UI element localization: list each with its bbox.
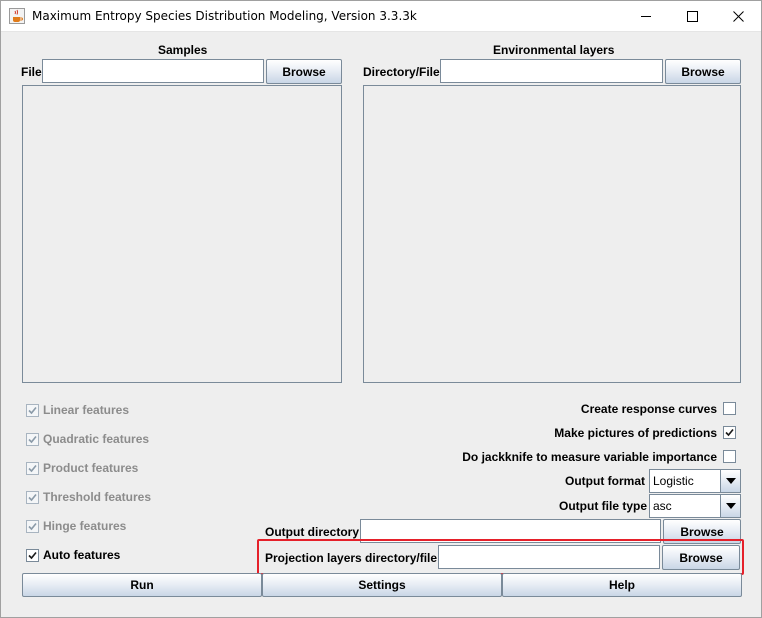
chevron-down-icon — [725, 503, 736, 509]
chevron-down-icon — [725, 478, 736, 484]
jackknife-checkbox[interactable] — [723, 450, 736, 463]
env-layers-list[interactable] — [363, 85, 741, 383]
quadratic-features-label: Quadratic features — [43, 432, 150, 446]
samples-list[interactable] — [22, 85, 342, 383]
checkmark-icon — [28, 435, 37, 444]
env-layers-dir-label: Directory/File — [363, 65, 440, 79]
linear-features-label: Linear features — [43, 403, 130, 417]
hinge-features-checkbox[interactable] — [26, 520, 39, 533]
title-bar: Maximum Entropy Species Distribution Mod… — [1, 1, 761, 32]
projection-input[interactable] — [438, 545, 660, 569]
settings-button[interactable]: Settings — [262, 573, 502, 597]
output-format-select[interactable]: Logistic — [649, 469, 741, 493]
env-layers-heading: Environmental layers — [493, 43, 615, 57]
response-curves-checkbox[interactable] — [723, 402, 736, 415]
pictures-predictions-label: Make pictures of predictions — [554, 426, 717, 440]
response-curves-label: Create response curves — [580, 402, 717, 416]
checkmark-icon — [28, 406, 37, 415]
checkmark-icon — [28, 493, 37, 502]
samples-browse-button[interactable]: Browse — [266, 59, 342, 84]
samples-file-label: File — [21, 65, 42, 79]
output-file-type-value: asc — [653, 499, 672, 513]
projection-browse-button[interactable]: Browse — [662, 545, 740, 570]
help-button[interactable]: Help — [502, 573, 742, 597]
maxent-window: Maximum Entropy Species Distribution Mod… — [0, 0, 762, 618]
quadratic-features-checkbox[interactable] — [26, 433, 39, 446]
output-file-type-label: Output file type — [559, 499, 647, 513]
auto-features-label: Auto features — [43, 548, 121, 562]
samples-file-input[interactable] — [42, 59, 264, 83]
checkmark-icon — [28, 464, 37, 473]
auto-features-checkbox[interactable] — [26, 549, 39, 562]
close-icon — [732, 11, 744, 22]
minimize-icon — [640, 16, 651, 17]
samples-heading: Samples — [158, 43, 208, 57]
pictures-predictions-checkbox[interactable] — [723, 426, 736, 439]
close-button[interactable] — [715, 1, 761, 32]
product-features-checkbox[interactable] — [26, 462, 39, 475]
run-button[interactable]: Run — [22, 573, 262, 597]
window-title: Maximum Entropy Species Distribution Mod… — [32, 9, 417, 23]
output-format-label: Output format — [565, 474, 645, 488]
output-format-value: Logistic — [653, 474, 694, 488]
threshold-features-label: Threshold features — [43, 490, 152, 504]
hinge-features-label: Hinge features — [43, 519, 127, 533]
output-file-type-dropdown-button[interactable] — [720, 495, 740, 517]
jackknife-label: Do jackknife to measure variable importa… — [462, 450, 717, 464]
projection-label: Projection layers directory/file — [265, 551, 438, 565]
product-features-label: Product features — [43, 461, 139, 475]
output-format-dropdown-button[interactable] — [720, 470, 740, 492]
maximize-button[interactable] — [669, 1, 715, 32]
maximize-icon — [686, 11, 698, 22]
output-directory-label: Output directory — [265, 525, 360, 539]
threshold-features-checkbox[interactable] — [26, 491, 39, 504]
checkmark-icon — [28, 551, 37, 560]
output-file-type-select[interactable]: asc — [649, 494, 741, 518]
checkmark-icon — [28, 522, 37, 531]
env-layers-browse-button[interactable]: Browse — [665, 59, 741, 84]
java-cup-icon — [9, 8, 25, 24]
minimize-button[interactable] — [623, 1, 669, 32]
checkmark-icon — [725, 428, 734, 437]
env-layers-dir-input[interactable] — [440, 59, 663, 83]
linear-features-checkbox[interactable] — [26, 404, 39, 417]
